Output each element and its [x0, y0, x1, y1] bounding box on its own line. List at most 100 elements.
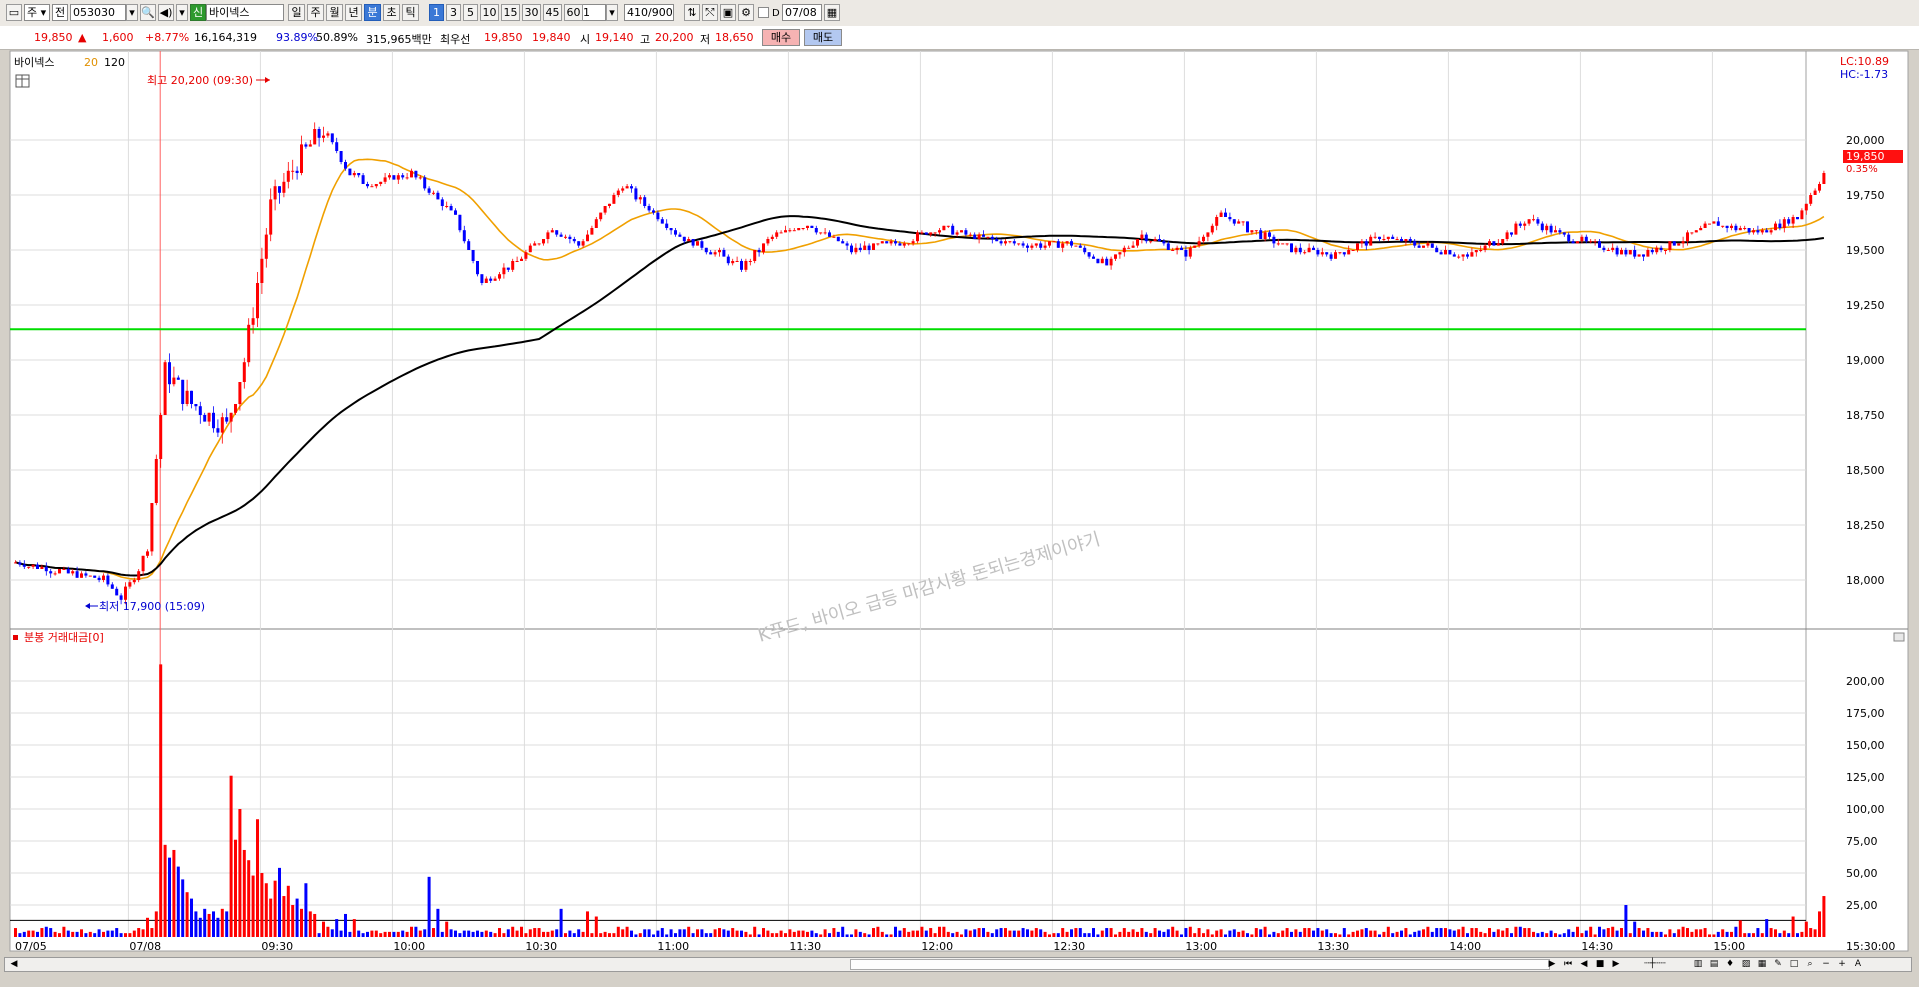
candle-body: [691, 239, 695, 246]
candle-body: [718, 250, 721, 253]
volume-bar: [203, 908, 207, 937]
period-button-2[interactable]: 월: [326, 4, 343, 21]
volume-bar: [1470, 928, 1474, 937]
minus-icon[interactable]: −: [1819, 958, 1833, 971]
volume-bar: [1030, 930, 1034, 937]
prev-page-icon[interactable]: ◀: [1577, 958, 1591, 971]
print-icon[interactable]: ▨: [1739, 958, 1753, 971]
candle-body: [31, 564, 35, 567]
unit-input[interactable]: 1: [580, 4, 606, 21]
scroll-thumb[interactable]: [850, 959, 1550, 970]
stock-name-field[interactable]: 바이넥스: [206, 4, 284, 21]
stop-icon[interactable]: ■: [1593, 958, 1607, 971]
volume-bar: [374, 930, 378, 937]
indicator-icon[interactable]: ⇅: [684, 4, 700, 21]
period-button-3[interactable]: 년: [345, 4, 362, 21]
interval-button-30[interactable]: 30: [522, 4, 541, 21]
volume-bar: [1364, 928, 1368, 937]
volume-bar: [1202, 933, 1205, 937]
plus-icon[interactable]: +: [1835, 958, 1849, 971]
candle-body: [748, 261, 752, 262]
candle-body: [885, 241, 889, 244]
candle-body: [515, 261, 519, 262]
type-select[interactable]: 전: [52, 4, 68, 21]
candle-body: [1430, 243, 1434, 248]
volume-bar: [1501, 930, 1505, 937]
period-button-6[interactable]: 틱: [402, 4, 419, 21]
candle-body: [1743, 228, 1747, 229]
compare-icon[interactable]: ⤲: [702, 4, 718, 21]
box-icon[interactable]: □: [1787, 958, 1801, 971]
time-scrollbar[interactable]: ◀ ▶ ⏮ ◀ ■ ▶ ┄┼┄┄ ▥ ▤ ♦ ▨ ▦ ✎ □ ⌕ − + A: [4, 957, 1912, 972]
market-select[interactable]: 주 ▾: [24, 4, 50, 21]
candle-body: [1457, 256, 1461, 258]
volume-bar: [1065, 931, 1069, 937]
period-button-4[interactable]: 분: [364, 4, 381, 21]
save-icon[interactable]: ▣: [720, 4, 736, 21]
volume-bar: [700, 929, 704, 937]
settings-icon[interactable]: ⚙: [738, 4, 754, 21]
marker-icon[interactable]: ♦: [1723, 958, 1737, 971]
zoom-slider[interactable]: ┄┼┄┄: [1625, 958, 1685, 971]
count-field[interactable]: 410/900: [624, 4, 674, 21]
candle-body: [537, 243, 541, 245]
interval-button-45[interactable]: 45: [543, 4, 562, 21]
grid-icon[interactable]: ▦: [1755, 958, 1769, 971]
next-page-icon[interactable]: ▶: [1609, 958, 1623, 971]
interval-button-5[interactable]: 5: [463, 4, 478, 21]
layout-icon[interactable]: ▥: [1691, 958, 1705, 971]
window-icon[interactable]: ▭: [6, 4, 22, 21]
volume-bar: [141, 929, 145, 937]
candle-body: [1703, 223, 1707, 228]
code-input[interactable]: 053030: [70, 4, 126, 21]
text-icon[interactable]: A: [1851, 958, 1865, 971]
first-page-icon[interactable]: ⏮: [1561, 958, 1575, 971]
volume-bar: [27, 930, 31, 937]
chart-type-icon[interactable]: ▤: [1707, 958, 1721, 971]
interval-button-1[interactable]: 1: [429, 4, 444, 21]
candle-body: [1554, 230, 1557, 233]
date-input[interactable]: 07/08: [782, 4, 822, 21]
volume-bar: [1615, 930, 1619, 937]
interval-button-3[interactable]: 3: [446, 4, 461, 21]
candle-body: [264, 234, 268, 259]
interval-button-10[interactable]: 10: [480, 4, 499, 21]
tool-icon[interactable]: ✎: [1771, 958, 1785, 971]
interval-button-15[interactable]: 15: [501, 4, 520, 21]
zoom-icon[interactable]: ⌕: [1803, 958, 1817, 971]
volume-bar: [1074, 928, 1078, 937]
unit-dropdown-icon[interactable]: ▾: [606, 4, 618, 21]
volume-tick-label: 200,00: [1846, 675, 1885, 688]
volume-bar: [242, 849, 246, 937]
panel-collapse-button[interactable]: [1893, 632, 1905, 642]
period-button-1[interactable]: 주: [307, 4, 324, 21]
search-icon[interactable]: 🔍: [140, 4, 156, 21]
candle-body: [682, 236, 686, 242]
speaker-icon[interactable]: ◀): [158, 4, 174, 21]
interval-button-60[interactable]: 60: [564, 4, 583, 21]
period-button-5[interactable]: 초: [383, 4, 400, 21]
scroll-right-icon[interactable]: ▶: [1545, 958, 1559, 971]
volume-bar: [533, 928, 537, 937]
candle-body: [977, 234, 981, 239]
code-dropdown-icon[interactable]: ▾: [126, 4, 138, 21]
buy-button[interactable]: 매수: [762, 29, 800, 46]
volume-bar: [1061, 928, 1065, 937]
calendar-icon[interactable]: ▦: [824, 4, 840, 21]
sell-button[interactable]: 매도: [804, 29, 842, 46]
volume-bar: [1373, 930, 1377, 937]
volume-bar: [594, 916, 598, 937]
candle-body: [590, 228, 594, 235]
speaker-dropdown-icon[interactable]: ▾: [176, 4, 188, 21]
volume-bar: [361, 933, 365, 937]
period-button-0[interactable]: 일: [288, 4, 305, 21]
volume-bar: [449, 929, 453, 937]
candle-body: [14, 562, 17, 564]
volume-bar: [115, 928, 119, 937]
time-tick-label: 12:30: [1053, 940, 1085, 953]
scroll-left-icon[interactable]: ◀: [7, 958, 21, 971]
time-tick-label: 09:30: [261, 940, 293, 953]
volume-bar: [841, 926, 845, 937]
candle-body: [1149, 241, 1153, 243]
date-checkbox[interactable]: [758, 7, 769, 18]
